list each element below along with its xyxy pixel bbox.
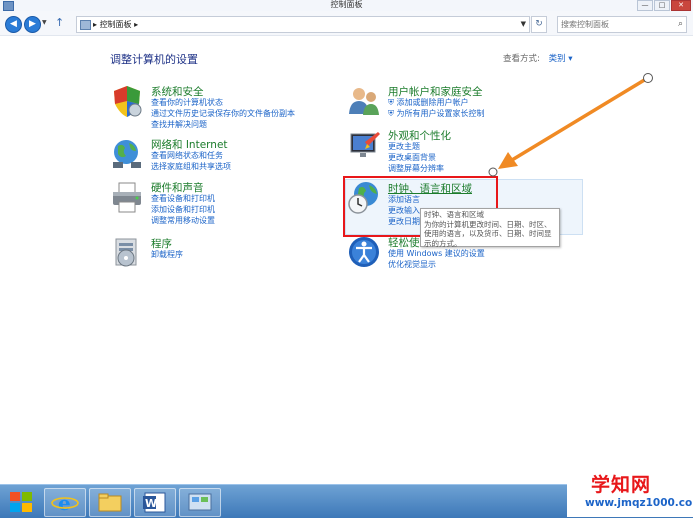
- link-mobility-settings[interactable]: 调整常用移动设置: [151, 216, 215, 227]
- forward-button[interactable]: ▶: [24, 16, 41, 33]
- control-panel-icon: [80, 20, 91, 30]
- minimize-button[interactable]: —: [637, 0, 653, 11]
- link-screen-resolution[interactable]: 调整屏幕分辨率: [388, 164, 444, 175]
- page-title: 调整计算机的设置: [110, 53, 198, 66]
- search-input[interactable]: [558, 18, 671, 31]
- back-button[interactable]: ◀: [5, 16, 22, 33]
- category-title[interactable]: 程序: [151, 236, 172, 251]
- display-icon: [350, 132, 380, 157]
- refresh-icon: ↻: [535, 19, 543, 29]
- category-title[interactable]: 轻松使: [388, 235, 420, 250]
- ie-icon: e: [51, 491, 79, 515]
- explorer-icon: [98, 493, 122, 512]
- window-buttons: — □ ✕: [637, 0, 691, 11]
- up-arrow-icon: ↑: [55, 16, 65, 29]
- svg-text:e: e: [58, 491, 71, 515]
- users-icon: [349, 88, 379, 115]
- view-by-label: 查看方式:: [503, 54, 540, 64]
- address-dropdown-icon[interactable]: ▼: [521, 17, 526, 32]
- link-view-computer-status[interactable]: 查看你的计算机状态: [151, 98, 295, 109]
- link-parental-controls[interactable]: ⛨ 为所有用户设置家长控制: [388, 109, 485, 120]
- search-icon[interactable]: ⌕: [678, 17, 683, 32]
- maximize-button[interactable]: □: [654, 0, 670, 11]
- watermark: 学知网 www.jmqz1000.com: [567, 467, 693, 517]
- link-devices-printers[interactable]: 查看设备和打印机: [151, 194, 215, 205]
- window-title: 控制面板: [330, 0, 363, 9]
- link-network-status[interactable]: 查看网络状态和任务: [151, 151, 231, 162]
- link-homegroup-sharing[interactable]: 选择家庭组和共享选项: [151, 162, 231, 173]
- up-button[interactable]: ↑: [55, 16, 64, 29]
- printer-icon: [113, 182, 141, 213]
- category-title[interactable]: 外观和个性化: [388, 128, 451, 143]
- category-title[interactable]: 系统和安全: [151, 84, 204, 99]
- svg-text:W: W: [145, 497, 157, 510]
- view-by-select[interactable]: 类别 ▾: [549, 54, 573, 64]
- breadcrumb[interactable]: ▸ 控制面板 ▸: [93, 17, 138, 32]
- programs-icon: [115, 238, 137, 267]
- address-toolbar: ◀ ▶ ▼ ↑ ▸ 控制面板 ▸ ▼ ↻ ⌕: [0, 11, 693, 36]
- search-box[interactable]: ⌕: [557, 16, 687, 33]
- taskbar-word-button[interactable]: W: [134, 488, 176, 517]
- link-recommended-settings[interactable]: 使用 Windows 建议的设置: [388, 249, 485, 260]
- forward-arrow-icon: ▶: [29, 19, 36, 29]
- start-button[interactable]: [8, 490, 34, 514]
- watermark-url: www.jmqz1000.com: [585, 497, 693, 509]
- ease-of-access-icon: [349, 237, 379, 267]
- taskbar-explorer-button[interactable]: [89, 488, 131, 517]
- taskbar-ie-button[interactable]: e: [44, 488, 86, 517]
- category-title[interactable]: 网络和 Internet: [151, 137, 228, 152]
- link-add-device[interactable]: 添加设备和打印机: [151, 205, 215, 216]
- link-troubleshoot[interactable]: 查找并解决问题: [151, 120, 295, 131]
- link-file-history[interactable]: 通过文件历史记录保存你的文件备份副本: [151, 109, 295, 120]
- address-field[interactable]: ▸ 控制面板 ▸ ▼: [76, 16, 530, 33]
- close-button[interactable]: ✕: [671, 0, 691, 11]
- tooltip: 时钟、语言和区域 为你的计算机更改时间、日期、时区、使用的语言，以及货币、日期、…: [420, 208, 560, 248]
- refresh-button[interactable]: ↻: [531, 16, 547, 33]
- category-title[interactable]: 硬件和声音: [151, 180, 204, 195]
- network-globe-icon: [113, 140, 141, 168]
- shield-icon: [114, 86, 142, 117]
- watermark-text: 学知网: [591, 474, 652, 496]
- link-change-theme[interactable]: 更改主题: [388, 142, 444, 153]
- link-add-remove-accounts[interactable]: ⛨ 添加或删除用户帐户: [388, 98, 485, 109]
- category-title[interactable]: 用户帐户和家庭安全: [388, 84, 483, 99]
- recent-pages-dropdown[interactable]: ▼: [42, 19, 47, 26]
- link-uninstall-program[interactable]: 卸载程序: [151, 250, 183, 261]
- word-icon: W: [143, 492, 166, 513]
- back-arrow-icon: ◀: [10, 19, 17, 29]
- link-optimize-display[interactable]: 优化视觉显示: [388, 260, 485, 271]
- control-panel-icon: [188, 493, 212, 511]
- view-by: 查看方式: 类别 ▾: [503, 52, 573, 64]
- link-desktop-background[interactable]: 更改桌面背景: [388, 153, 444, 164]
- taskbar-control-panel-button[interactable]: [179, 488, 221, 517]
